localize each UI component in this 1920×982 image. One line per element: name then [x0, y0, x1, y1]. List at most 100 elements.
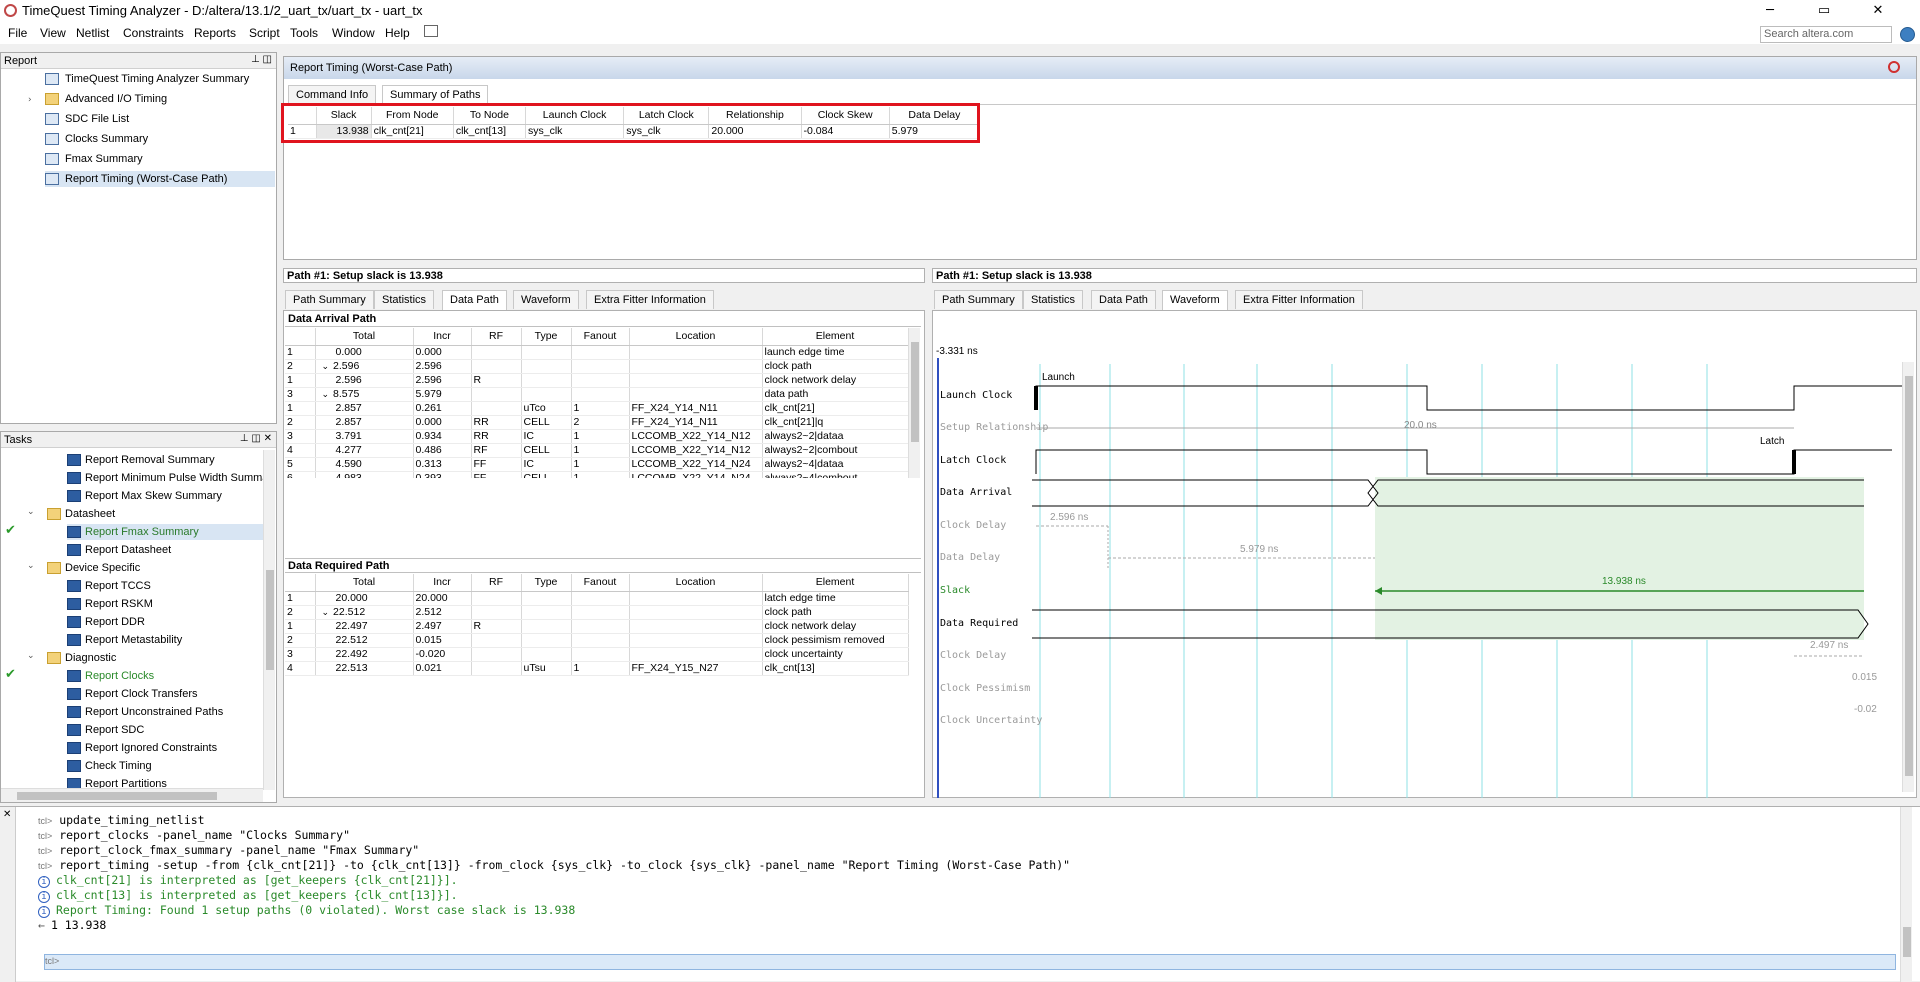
task-item[interactable]: Check Timing — [67, 758, 263, 774]
table-row[interactable]: 2 ⌄ 2.596 2.596 clock path — [285, 359, 908, 374]
close-button[interactable]: ✕ — [1855, 0, 1901, 22]
task-item[interactable]: Report Unconstrained Paths — [67, 704, 263, 720]
stop-icon[interactable] — [1888, 61, 1900, 73]
path-col-header[interactable]: Element — [762, 574, 909, 592]
tab-path-summary-r[interactable]: Path Summary — [934, 290, 1023, 309]
table-row[interactable]: 4 4.277 0.486 RF CELL 1 LCCOMB_X22_Y14_N12 alwa… — [285, 443, 908, 458]
task-item[interactable]: Report Clocks — [67, 668, 263, 684]
expand-caret-icon[interactable]: ⌄ — [322, 607, 330, 617]
menu-tools[interactable]: Tools — [290, 26, 318, 40]
table-row[interactable]: 2 22.512 0.015 clock pessimism removed — [285, 633, 909, 648]
table-row[interactable]: 1 2.596 2.596 Rclock network delay — [285, 373, 908, 388]
path-col-header[interactable]: RF — [471, 328, 522, 346]
table-row[interactable]: 1 2.857 0.261 uTco 1 FF_X24_Y14_N11 clk_cnt[21… — [285, 401, 908, 416]
expand-caret-icon[interactable]: ⌄ — [322, 361, 330, 371]
report-tree-item[interactable]: Advanced I/O Timing — [45, 91, 275, 107]
task-item[interactable]: Report Fmax Summary — [67, 524, 263, 540]
report-tree-item[interactable]: Report Timing (Worst-Case Path) — [45, 171, 275, 187]
menu-help[interactable]: Help — [385, 26, 410, 40]
table-row[interactable]: 2 2.857 0.000 RR CELL 2 FF_X24_Y14_N11 clk_cnt[… — [285, 415, 908, 430]
expand-caret-icon[interactable]: › — [28, 95, 32, 105]
tcl-input[interactable]: tcl> — [44, 954, 1896, 970]
task-item[interactable]: Device Specific — [47, 560, 263, 576]
path-col-header[interactable] — [285, 328, 316, 346]
tasks-scrollbar[interactable] — [263, 450, 275, 790]
minimize-button[interactable]: ─ — [1747, 0, 1793, 22]
path-col-header[interactable]: Incr — [413, 328, 472, 346]
task-item[interactable]: Report Ignored Constraints — [67, 740, 263, 756]
table-row[interactable]: 1 20.000 20.000 latch edge time — [285, 591, 909, 606]
table-row[interactable]: 3 3.791 0.934 RR IC 1 LCCOMB_X22_Y14_N12 always… — [285, 429, 908, 444]
tab-waveform[interactable]: Waveform — [513, 290, 579, 309]
tab-data-path-r[interactable]: Data Path — [1091, 290, 1156, 309]
task-item[interactable]: Report Datasheet — [67, 542, 263, 558]
task-item[interactable]: Report DDR — [67, 614, 263, 630]
task-item[interactable]: Datasheet — [47, 506, 263, 522]
task-item[interactable]: Report Clock Transfers — [67, 686, 263, 702]
globe-icon[interactable] — [1900, 27, 1915, 42]
path-col-header[interactable]: Total — [315, 328, 414, 346]
table-row[interactable]: 2 ⌄ 22.512 2.512 clock path — [285, 605, 909, 620]
tab-extra-fitter[interactable]: Extra Fitter Information — [586, 290, 714, 309]
task-item[interactable]: Report RSKM — [67, 596, 263, 612]
menu-reports[interactable]: Reports — [194, 26, 236, 40]
report-tree-item[interactable]: TimeQuest Timing Analyzer Summary — [45, 71, 275, 87]
table-row[interactable]: 6 4.983 0.393 FF CELL 1 LCCOMB_X22_Y14_N24 alwa… — [285, 471, 908, 478]
task-item[interactable]: Report Minimum Pulse Width Summar — [67, 470, 263, 486]
arrival-scrollbar[interactable] — [908, 328, 920, 478]
collapse-caret-icon[interactable]: ⌄ — [27, 561, 35, 571]
waveform-scrollbar[interactable] — [1902, 362, 1914, 792]
table-row[interactable]: 1 0.000 0.000 launch edge time — [285, 345, 908, 360]
tab-command-info[interactable]: Command Info — [288, 85, 377, 104]
menu-netlist[interactable]: Netlist — [76, 26, 109, 40]
path-col-header[interactable]: Incr — [413, 574, 472, 592]
task-item[interactable]: Report Max Skew Summary — [67, 488, 263, 504]
panel-pin-icon[interactable]: ⊥ ◫ — [251, 54, 272, 65]
path-col-header[interactable]: Location — [629, 328, 763, 346]
tab-extra-fitter-r[interactable]: Extra Fitter Information — [1235, 290, 1363, 309]
tab-waveform-r[interactable]: Waveform — [1162, 290, 1228, 310]
tasks-pin-icon[interactable]: ⊥ ◫ ✕ — [240, 433, 272, 444]
expand-caret-icon[interactable]: ⌄ — [322, 389, 330, 399]
path-col-header[interactable] — [285, 574, 316, 592]
path-col-header[interactable]: Type — [521, 328, 572, 346]
task-item[interactable]: Report Metastability — [67, 632, 263, 648]
menu-constraints[interactable]: Constraints — [123, 26, 184, 40]
path-col-header[interactable]: Type — [521, 574, 572, 592]
tab-statistics-r[interactable]: Statistics — [1023, 290, 1084, 309]
report-tree-item[interactable]: Fmax Summary — [45, 151, 275, 167]
menu-view[interactable]: View — [40, 26, 66, 40]
tab-summary-of-paths[interactable]: Summary of Paths — [382, 85, 489, 105]
collapse-caret-icon[interactable]: ⌄ — [27, 507, 35, 517]
report-tree-item[interactable]: Clocks Summary — [45, 131, 275, 147]
console-scrollbar[interactable] — [1900, 807, 1912, 982]
menu-window[interactable]: Window — [332, 26, 375, 40]
report-tree-item[interactable]: SDC File List — [45, 111, 275, 127]
table-row[interactable]: 3 22.492 -0.020 clock uncertainty — [285, 647, 909, 662]
tasks-hscrollbar[interactable] — [1, 788, 263, 802]
maximize-button[interactable]: ▭ — [1801, 0, 1847, 22]
path-col-header[interactable]: Total — [315, 574, 414, 592]
menu-file[interactable]: File — [8, 26, 27, 40]
path-col-header[interactable]: Element — [762, 328, 908, 346]
table-row[interactable]: 1 22.497 2.497 Rclock network delay — [285, 619, 909, 634]
console-close-icon[interactable]: ✕ — [3, 809, 11, 820]
tab-data-path[interactable]: Data Path — [442, 290, 507, 310]
tab-statistics[interactable]: Statistics — [374, 290, 435, 309]
search-input[interactable]: Search altera.com — [1760, 26, 1892, 43]
chat-icon[interactable] — [424, 25, 438, 37]
table-row[interactable]: 3 ⌄ 8.575 5.979 data path — [285, 387, 908, 402]
menu-script[interactable]: Script — [249, 26, 280, 40]
path-col-header[interactable]: RF — [471, 574, 522, 592]
collapse-caret-icon[interactable]: ⌄ — [27, 651, 35, 661]
task-item[interactable]: Diagnostic — [47, 650, 263, 666]
task-item[interactable]: Report TCCS — [67, 578, 263, 594]
table-row[interactable]: 4 22.513 0.021 uTsu 1 FF_X24_Y15_N27 clk_cnt[1… — [285, 661, 909, 676]
path-col-header[interactable]: Fanout — [571, 328, 630, 346]
task-item[interactable]: Report Removal Summary — [67, 452, 263, 468]
path-col-header[interactable]: Fanout — [571, 574, 630, 592]
task-item[interactable]: Report SDC — [67, 722, 263, 738]
path-col-header[interactable]: Location — [629, 574, 763, 592]
tab-path-summary[interactable]: Path Summary — [285, 290, 374, 309]
table-row[interactable]: 5 4.590 0.313 FF IC 1 LCCOMB_X22_Y14_N24 always… — [285, 457, 908, 472]
